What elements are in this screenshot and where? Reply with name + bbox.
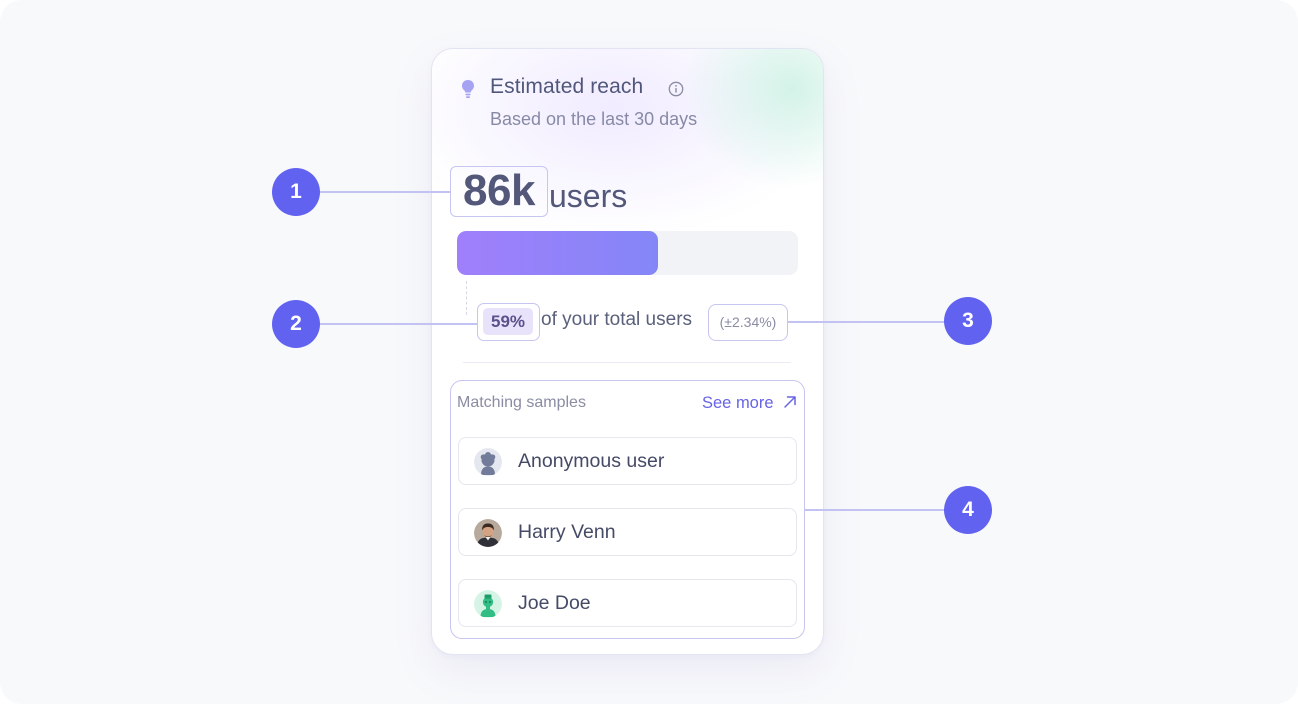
sample-name: Joe Doe bbox=[518, 592, 591, 614]
sample-row[interactable]: Joe Doe bbox=[458, 579, 797, 627]
divider bbox=[463, 362, 791, 363]
info-circle-icon[interactable] bbox=[668, 81, 684, 97]
annotation-marker-1: 1 bbox=[272, 168, 320, 216]
reach-progress-bar bbox=[457, 231, 798, 275]
margin-of-error: (±2.34%) bbox=[708, 304, 788, 341]
sample-name: Anonymous user bbox=[518, 450, 665, 472]
sample-row[interactable]: Anonymous user bbox=[458, 437, 797, 485]
annotation-leader-2 bbox=[318, 323, 477, 325]
percent-description: of your total users bbox=[541, 309, 693, 330]
dashed-connector bbox=[466, 281, 467, 315]
lightbulb-icon bbox=[462, 80, 474, 98]
annotation-marker-2: 2 bbox=[272, 300, 320, 348]
anonymous-avatar-icon bbox=[474, 448, 502, 476]
sample-row[interactable]: Harry Venn bbox=[458, 508, 797, 556]
photo-avatar bbox=[474, 519, 502, 547]
reach-value: 86k bbox=[450, 166, 548, 217]
see-more-label: See more bbox=[702, 394, 774, 412]
annotation-leader-3 bbox=[788, 321, 946, 323]
sample-name: Harry Venn bbox=[518, 521, 616, 543]
card-subtitle: Based on the last 30 days bbox=[490, 109, 698, 129]
percent-highlight-box: 59% bbox=[477, 303, 540, 341]
reach-unit: users bbox=[549, 178, 628, 214]
annotation-leader-4 bbox=[805, 509, 946, 511]
percent-badge: 59% bbox=[483, 308, 533, 335]
green-character-avatar bbox=[474, 590, 502, 618]
reach-progress-fill bbox=[457, 231, 659, 275]
annotation-leader-1 bbox=[318, 191, 450, 193]
annotation-marker-4: 4 bbox=[944, 486, 992, 534]
card-title: Estimated reach bbox=[490, 75, 644, 98]
annotation-marker-3: 3 bbox=[944, 297, 992, 345]
arrow-up-right-icon bbox=[784, 396, 796, 408]
samples-label: Matching samples bbox=[457, 394, 586, 411]
see-more-link[interactable]: See more bbox=[702, 392, 802, 414]
